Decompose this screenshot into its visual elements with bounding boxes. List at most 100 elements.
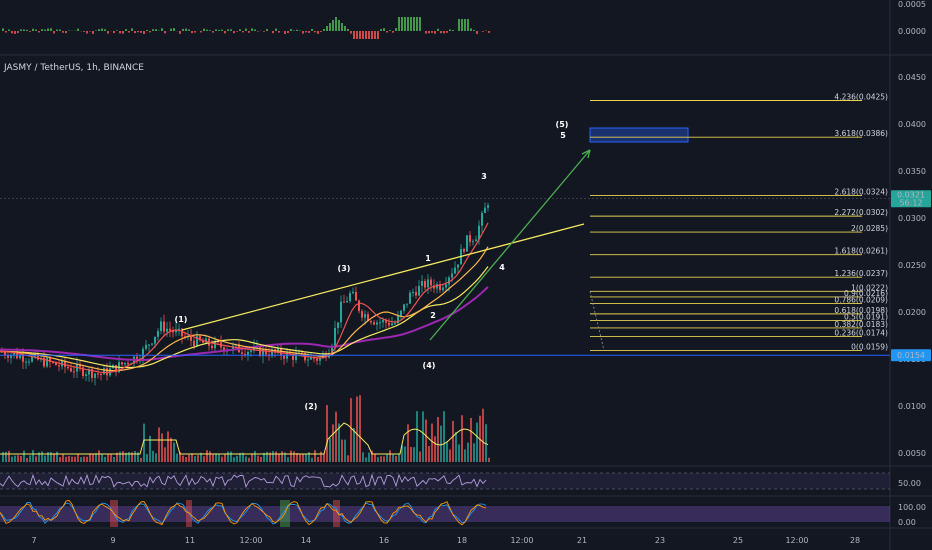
candle-body[interactable] [307,359,309,361]
candle-body[interactable] [241,352,243,354]
candle-body[interactable] [97,373,99,375]
candle-body[interactable] [163,321,165,332]
candle-body[interactable] [85,374,87,377]
projection-arrow[interactable] [429,149,591,341]
candle-body[interactable] [151,343,153,345]
candle-body[interactable] [316,358,318,361]
volume-bar [74,456,76,462]
candle-body[interactable] [418,285,420,296]
ma-50-line[interactable] [0,246,489,372]
candle-body[interactable] [394,323,396,325]
candle-body[interactable] [250,350,252,353]
candle-body[interactable] [415,291,417,296]
candle-body[interactable] [373,322,375,325]
candle-body[interactable] [442,287,444,291]
candle-body[interactable] [154,336,156,344]
candle-body[interactable] [364,314,366,318]
candle-body[interactable] [121,362,123,365]
candle-body[interactable] [427,279,429,288]
trendline[interactable] [181,223,585,331]
candle-body[interactable] [25,361,27,363]
fib-level-label: 1.618(0.0261) [834,247,888,256]
target-zone-box[interactable] [589,127,689,143]
candle-body[interactable] [487,205,489,208]
candle-body[interactable] [388,322,390,326]
candle-body[interactable] [94,373,96,378]
candle-body[interactable] [127,362,129,365]
candle-body[interactable] [22,355,24,362]
candle-body[interactable] [103,368,105,375]
candle-body[interactable] [469,235,471,242]
candle-body[interactable] [376,322,378,325]
candle-body[interactable] [484,207,486,213]
volume-bar [416,411,418,462]
candle-body[interactable] [391,323,393,326]
candle-body[interactable] [343,301,345,303]
elliott-wave-labels[interactable]: (1) (2) (3) (4) (5) 5 1 2 3 4 [175,120,569,411]
candle-body[interactable] [334,327,336,346]
candle-body[interactable] [58,365,60,367]
candle-body[interactable] [454,267,456,274]
candle-body[interactable] [475,239,477,242]
moving-averages[interactable] [0,222,489,374]
candle-body[interactable] [73,371,75,373]
candle-body[interactable] [361,311,363,318]
candle-body[interactable] [382,320,384,323]
candle-body[interactable] [466,235,468,252]
candle-body[interactable] [370,321,372,323]
ma-100-line[interactable] [0,266,489,369]
candle-body[interactable] [352,291,354,294]
candle-body[interactable] [340,301,342,323]
volume-bar [41,451,43,462]
candle-body[interactable] [160,321,162,332]
candle-body[interactable] [481,212,483,226]
candle-body[interactable] [148,344,150,346]
stoch-rsi-pane[interactable] [0,499,890,527]
candle-body[interactable] [472,241,474,243]
candle-body[interactable] [358,300,360,312]
candle-body[interactable] [463,249,465,252]
candle-body[interactable] [421,281,423,286]
candle-body[interactable] [451,273,453,278]
candle-body[interactable] [193,340,195,346]
candle-body[interactable] [457,264,459,268]
candle-body[interactable] [178,328,180,330]
candle-body[interactable] [67,366,69,369]
candle-body[interactable] [157,331,159,337]
ma-20-line[interactable] [0,222,489,374]
candle-body[interactable] [346,300,348,303]
drawing-tools[interactable] [0,127,890,356]
candle-body[interactable] [283,355,285,359]
candle-body[interactable] [400,310,402,317]
candle-body[interactable] [445,284,447,288]
candle-body[interactable] [166,328,168,332]
candle-body[interactable] [124,362,126,365]
candle-body[interactable] [100,373,102,375]
candle-body[interactable] [424,281,426,288]
candle-body[interactable] [403,304,405,311]
candle-body[interactable] [349,293,351,301]
candle-body[interactable] [430,279,432,286]
candle-body[interactable] [28,361,30,363]
candle-body[interactable] [31,356,33,362]
volume-bar [173,442,175,462]
candle-body[interactable] [145,344,147,349]
volume-bar [161,433,163,462]
candle-body[interactable] [46,358,48,367]
candle-body[interactable] [106,368,108,376]
macd-histogram-pane[interactable] [2,17,490,39]
candle-body[interactable] [355,291,357,301]
candle-body[interactable] [337,322,339,328]
candle-body[interactable] [379,322,381,324]
candlestick-series[interactable] [1,202,489,386]
candle-body[interactable] [409,292,411,304]
trading-chart[interactable]: 4.236(0.0425) 3.618(0.0386) 2.618(0.0324) 2… [0,0,932,550]
candle-body[interactable] [211,345,213,349]
macd-histogram-bar [299,30,301,31]
rsi-pane[interactable] [0,472,890,490]
chart-axes[interactable]: 0.0005 0.0000 0.0450 0.0400 0.0350 0.0300 0.02… [31,0,931,545]
candle-body[interactable] [70,368,72,372]
candle-body[interactable] [412,291,414,293]
candle-body[interactable] [406,303,408,305]
candle-body[interactable] [169,328,171,331]
